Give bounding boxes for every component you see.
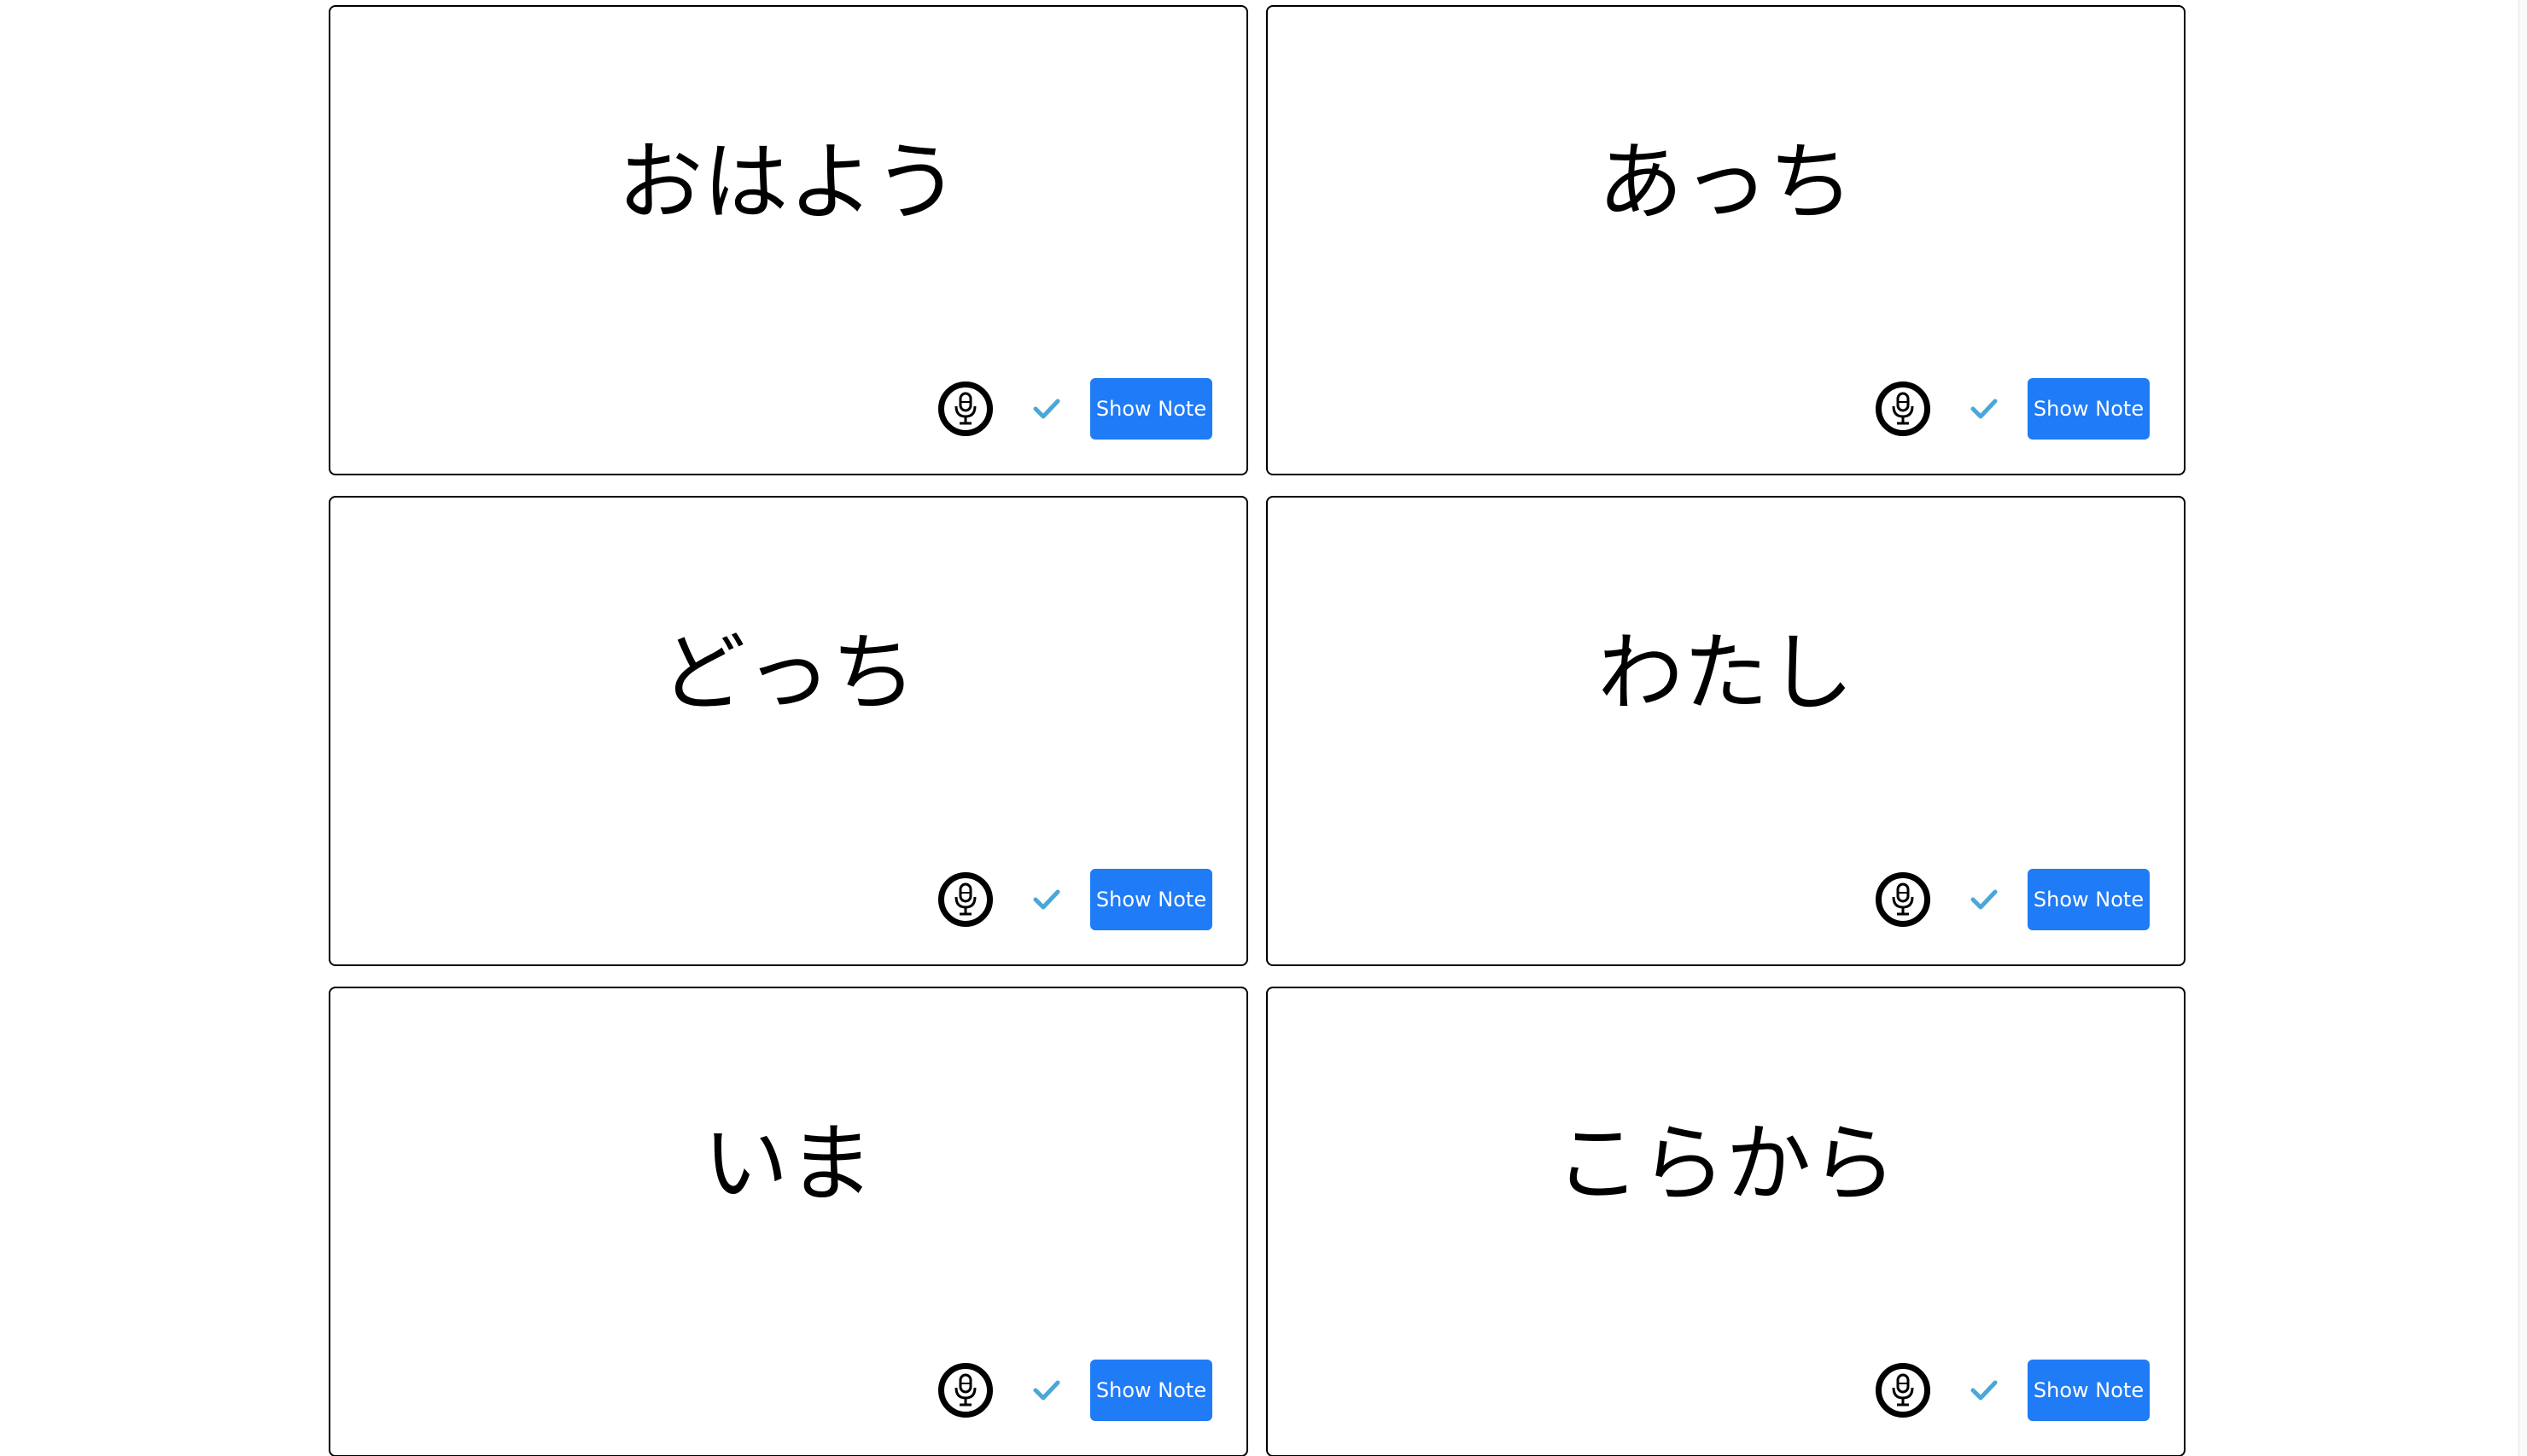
card-word: どっち [660,623,917,723]
card-actions: Show Note [1876,1360,2150,1421]
card-actions: Show Note [938,1360,1212,1421]
flashcard: わたし Show Note [1266,496,2186,966]
check-icon[interactable] [1032,394,1061,423]
flashcard: おはよう Show Note [329,5,1248,475]
show-note-button[interactable]: Show Note [2028,869,2150,930]
flashcard: こらから Show Note [1266,987,2186,1456]
show-note-button[interactable]: Show Note [1090,378,1212,440]
check-icon[interactable] [1032,885,1061,914]
card-actions: Show Note [938,378,1212,440]
card-actions: Show Note [1876,869,2150,930]
check-icon[interactable] [1970,394,1999,423]
card-word: いま [703,1114,874,1214]
flashcard-page: おはよう Show Note あっち Show Note どっち Show No… [0,0,2527,1456]
check-icon[interactable] [1970,1376,1999,1405]
microphone-icon[interactable] [938,872,993,927]
flashcard: どっち Show Note [329,496,1248,966]
microphone-icon[interactable] [1876,872,1930,927]
check-icon[interactable] [1032,1376,1061,1405]
microphone-icon[interactable] [938,1363,993,1418]
microphone-icon[interactable] [1876,381,1930,436]
flashcard: あっち Show Note [1266,5,2186,475]
show-note-button[interactable]: Show Note [2028,1360,2150,1421]
card-word: おはよう [617,132,960,232]
show-note-button[interactable]: Show Note [1090,1360,1212,1421]
show-note-button[interactable]: Show Note [2028,378,2150,440]
card-word: あっち [1597,132,1854,232]
microphone-icon[interactable] [1876,1363,1930,1418]
flashcard: いま Show Note [329,987,1248,1456]
card-word: わたし [1597,623,1854,723]
card-word: こらから [1555,1114,1897,1214]
check-icon[interactable] [1970,885,1999,914]
vertical-scrollbar[interactable] [2518,0,2527,1456]
show-note-button[interactable]: Show Note [1090,869,1212,930]
card-actions: Show Note [1876,378,2150,440]
microphone-icon[interactable] [938,381,993,436]
card-actions: Show Note [938,869,1212,930]
